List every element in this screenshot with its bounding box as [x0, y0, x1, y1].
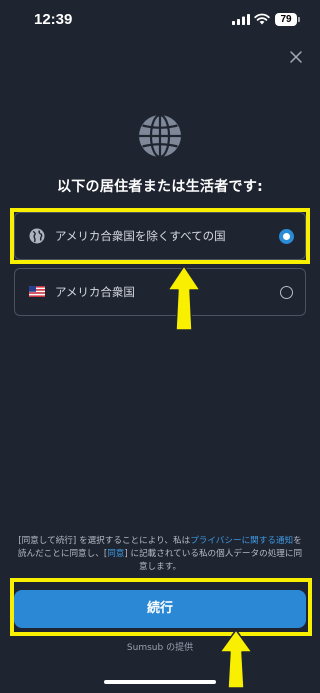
- radio-selected[interactable]: [280, 230, 293, 243]
- home-indicator[interactable]: [104, 680, 216, 684]
- battery-tip: [298, 17, 300, 22]
- powered-by-text: Sumsub の提供: [126, 643, 194, 653]
- option-label: アメリカ合衆国: [55, 285, 135, 299]
- wifi-icon: [254, 13, 270, 25]
- cellular-signal-icon: [232, 14, 250, 25]
- privacy-notice-link[interactable]: プライバシーに関する通知: [190, 536, 293, 546]
- globe-icon: [139, 113, 181, 159]
- radio-unselected[interactable]: [280, 286, 293, 299]
- status-bar: 12:39 79: [0, 0, 320, 44]
- close-icon[interactable]: [287, 48, 305, 66]
- option-label: アメリカ合衆国を除くすべての国: [55, 229, 226, 243]
- globe-icon: [29, 228, 45, 244]
- option-united-states[interactable]: アメリカ合衆国: [14, 268, 306, 316]
- consent-link[interactable]: 同意: [107, 549, 124, 559]
- continue-button[interactable]: 続行: [14, 590, 306, 628]
- battery-indicator: 79: [275, 13, 297, 26]
- status-time: 12:39: [34, 11, 73, 28]
- consent-text-part: [同意して続行] を選択することにより、私は: [18, 536, 191, 546]
- consent-text: [同意して続行] を選択することにより、私はプライバシーに関する通知を読んだこと…: [14, 535, 306, 574]
- option-all-except-us[interactable]: アメリカ合衆国を除くすべての国: [14, 212, 306, 260]
- page-title: 以下の居住者または生活者です:: [56, 179, 264, 195]
- us-flag-icon: [29, 286, 45, 297]
- consent-text-part: ] に記載されている私の個人データの処理に同意します。: [124, 549, 303, 572]
- up-arrow-annotation: [219, 629, 253, 689]
